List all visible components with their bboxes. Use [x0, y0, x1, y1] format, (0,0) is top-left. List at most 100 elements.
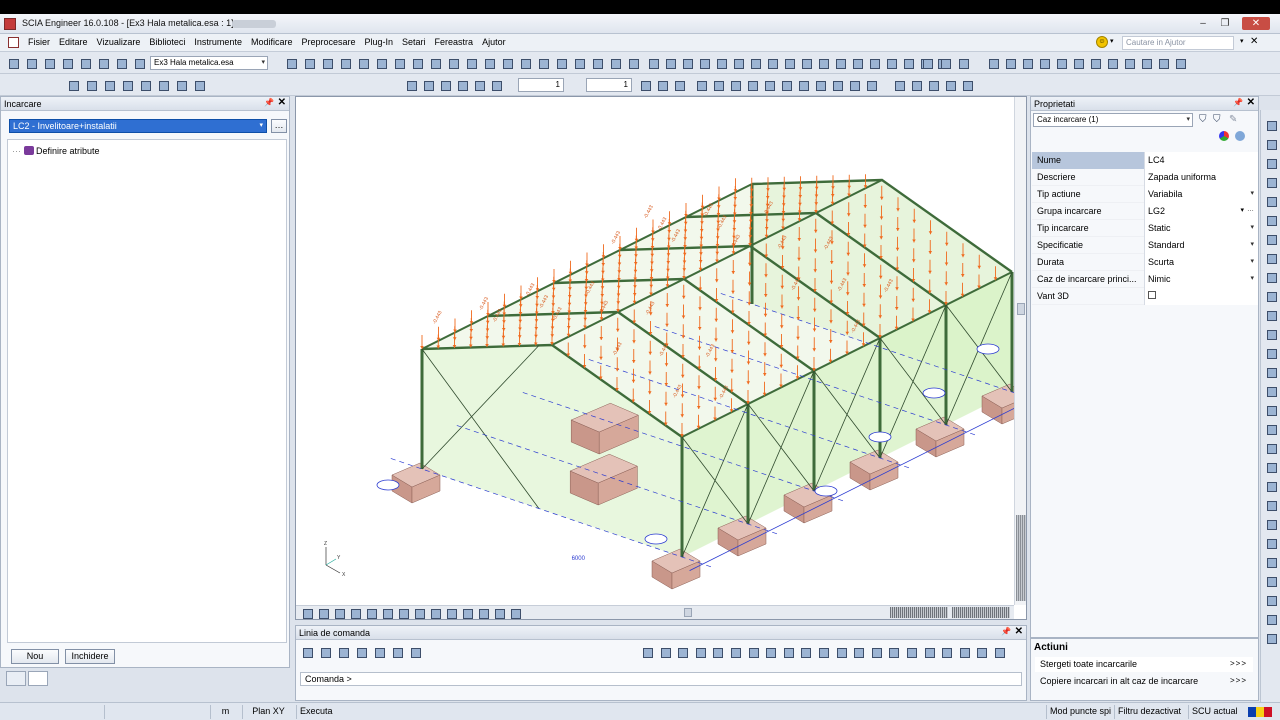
toolbar-1-mid-button-16[interactable]: [554, 56, 568, 70]
property-row[interactable]: Caz de incarcare princi... Nimic ▾: [1032, 271, 1258, 288]
toolbar-2-draw-button-2[interactable]: [421, 78, 435, 92]
toolbar-1-mid-button-18[interactable]: [590, 56, 604, 70]
toolbar-2-left-button-4[interactable]: [120, 78, 134, 92]
action-item[interactable]: Copiere incarcari in alt caz de incarcar…: [1035, 674, 1253, 689]
command-toolbar-right-button-3[interactable]: [675, 645, 689, 659]
command-toolbar-right-button-14[interactable]: [869, 645, 883, 659]
3d-viewport[interactable]: 6000 -0.443 -0.443 -0.443 -0.443 -0.443 -0.443…: [295, 96, 1027, 620]
right-toolbar-button-13[interactable]: [1264, 346, 1278, 360]
property-row[interactable]: Grupa incarcare LG2… ▾: [1032, 203, 1258, 220]
toolbar-1-right-button-1[interactable]: [986, 56, 1000, 70]
command-toolbar-right-button-20[interactable]: [974, 645, 988, 659]
toolbar-1-left-button-8[interactable]: [132, 56, 146, 70]
help-search-input[interactable]: Cautare in Ajutor: [1122, 36, 1234, 50]
h-zoom-slider-2[interactable]: [952, 607, 1010, 618]
project-combo[interactable]: Ex3 Hala metalica.esa ▾: [150, 56, 268, 70]
toolbar-1-left-button-3[interactable]: [42, 56, 56, 70]
property-value[interactable]: [1144, 288, 1258, 305]
toolbar-1-right-button-8[interactable]: [1105, 56, 1119, 70]
toolbar-2-dim-button-2[interactable]: [655, 78, 669, 92]
toolbar-2-view-button-5[interactable]: [762, 78, 776, 92]
toolbar-2-view-button-6[interactable]: [779, 78, 793, 92]
toolbar-1-right-button-7[interactable]: [1088, 56, 1102, 70]
right-toolbar-button-8[interactable]: [1264, 251, 1278, 265]
command-input[interactable]: Comanda >: [300, 672, 1022, 686]
toolbar-2-draw-button-4[interactable]: [455, 78, 469, 92]
command-toolbar-right-button-17[interactable]: [922, 645, 936, 659]
toolbar-2-draw-button-6[interactable]: [489, 78, 503, 92]
color-palette-icon[interactable]: [1219, 131, 1229, 141]
property-value[interactable]: Variabila ▾: [1144, 186, 1258, 203]
maximize-button[interactable]: ❐: [1216, 17, 1234, 30]
toolbar-2-right-button-1[interactable]: [892, 78, 906, 92]
command-toolbar-right-button-9[interactable]: [781, 645, 795, 659]
command-toolbar-right-button-16[interactable]: [904, 645, 918, 659]
toolbar-1-mid-button-4[interactable]: [338, 56, 352, 70]
menu-item-modificare[interactable]: Modificare: [251, 37, 293, 47]
more-icon[interactable]: …: [1247, 206, 1254, 213]
pin-icon[interactable]: 📌: [1233, 98, 1243, 107]
right-toolbar-button-23[interactable]: [1264, 536, 1278, 550]
toolbar-1-mid-button-12[interactable]: [482, 56, 496, 70]
toolbar-1-mid-button-5[interactable]: [356, 56, 370, 70]
view-toolbar-button-13[interactable]: [492, 606, 506, 620]
toolbar-1-view-button-16[interactable]: [901, 56, 915, 70]
menu-item-fereastra[interactable]: Fereastra: [435, 37, 474, 47]
command-toolbar-left-button-6[interactable]: [390, 645, 404, 659]
toolbar-1-mid-button-3[interactable]: [320, 56, 334, 70]
toolbar-2-view-button-7[interactable]: [796, 78, 810, 92]
right-toolbar-button-3[interactable]: [1264, 156, 1278, 170]
command-toolbar-right-button-5[interactable]: [710, 645, 724, 659]
toolbar-2-left-button-3[interactable]: [102, 78, 116, 92]
right-toolbar-button-17[interactable]: [1264, 422, 1278, 436]
tab-tree-icon[interactable]: [6, 671, 26, 686]
property-value[interactable]: Scurta ▾: [1144, 254, 1258, 271]
toolbar-1-view-button-6[interactable]: [731, 56, 745, 70]
load-case-more-button[interactable]: …: [271, 119, 287, 133]
toolbar-2-dim-button-1[interactable]: [638, 78, 652, 92]
right-toolbar-button-15[interactable]: [1264, 384, 1278, 398]
command-toolbar-right-button-10[interactable]: [798, 645, 812, 659]
status-plan[interactable]: Plan XY: [242, 705, 294, 719]
chevron-down-icon[interactable]: ▾: [1250, 240, 1254, 248]
menu-item-editare[interactable]: Editare: [59, 37, 88, 47]
zoom-slider[interactable]: [1016, 515, 1026, 601]
view-toolbar-button-5[interactable]: [364, 606, 378, 620]
view-toolbar-button-4[interactable]: [348, 606, 362, 620]
scroll-thumb[interactable]: [1017, 303, 1025, 315]
toolbar-1-right-button-12[interactable]: [1173, 56, 1187, 70]
toolbar-1-view-button-12[interactable]: [833, 56, 847, 70]
menu-item-setari[interactable]: Setari: [402, 37, 426, 47]
close-button[interactable]: Inchidere: [65, 649, 115, 664]
toolbar-1-mid-button-15[interactable]: [536, 56, 550, 70]
right-toolbar-button-6[interactable]: [1264, 213, 1278, 227]
toolbar-1-view-button-14[interactable]: [867, 56, 881, 70]
right-toolbar-button-5[interactable]: [1264, 194, 1278, 208]
toolbar-2-view-button-3[interactable]: [728, 78, 742, 92]
command-toolbar-right-button-7[interactable]: [746, 645, 760, 659]
right-toolbar-button-9[interactable]: [1264, 270, 1278, 284]
minimize-button[interactable]: –: [1194, 17, 1212, 30]
smiley-feedback-icon[interactable]: ☺: [1096, 36, 1108, 48]
toolbar-1-view-button-11[interactable]: [816, 56, 830, 70]
toolbar-1-mid-button-13[interactable]: [500, 56, 514, 70]
toolbar-1-left-button-7[interactable]: [114, 56, 128, 70]
right-toolbar-button-26[interactable]: [1264, 593, 1278, 607]
right-toolbar-button-7[interactable]: [1264, 232, 1278, 246]
close-panel-icon[interactable]: ✕: [278, 97, 286, 108]
property-row[interactable]: Descriere Zapada uniforma: [1032, 169, 1258, 186]
right-toolbar-button-27[interactable]: [1264, 612, 1278, 626]
right-toolbar-button-24[interactable]: [1264, 555, 1278, 569]
command-toolbar-left-button-3[interactable]: [336, 645, 350, 659]
toolbar-1-view-button-1[interactable]: [646, 56, 660, 70]
toolbar-1-mid-button-19[interactable]: [608, 56, 622, 70]
menu-item-fisier[interactable]: Fisier: [28, 37, 50, 47]
command-toolbar-left-button-7[interactable]: [408, 645, 422, 659]
load-case-combo[interactable]: LC2 - Invelitoare+instalatii ▾: [9, 119, 267, 133]
view-toolbar-button-9[interactable]: [428, 606, 442, 620]
right-toolbar-button-16[interactable]: [1264, 403, 1278, 417]
toolbar-1-right-button-10[interactable]: [1139, 56, 1153, 70]
toolbar-1-view-button-9[interactable]: [782, 56, 796, 70]
right-toolbar-button-19[interactable]: [1264, 460, 1278, 474]
property-value[interactable]: LG2… ▾: [1144, 203, 1258, 220]
